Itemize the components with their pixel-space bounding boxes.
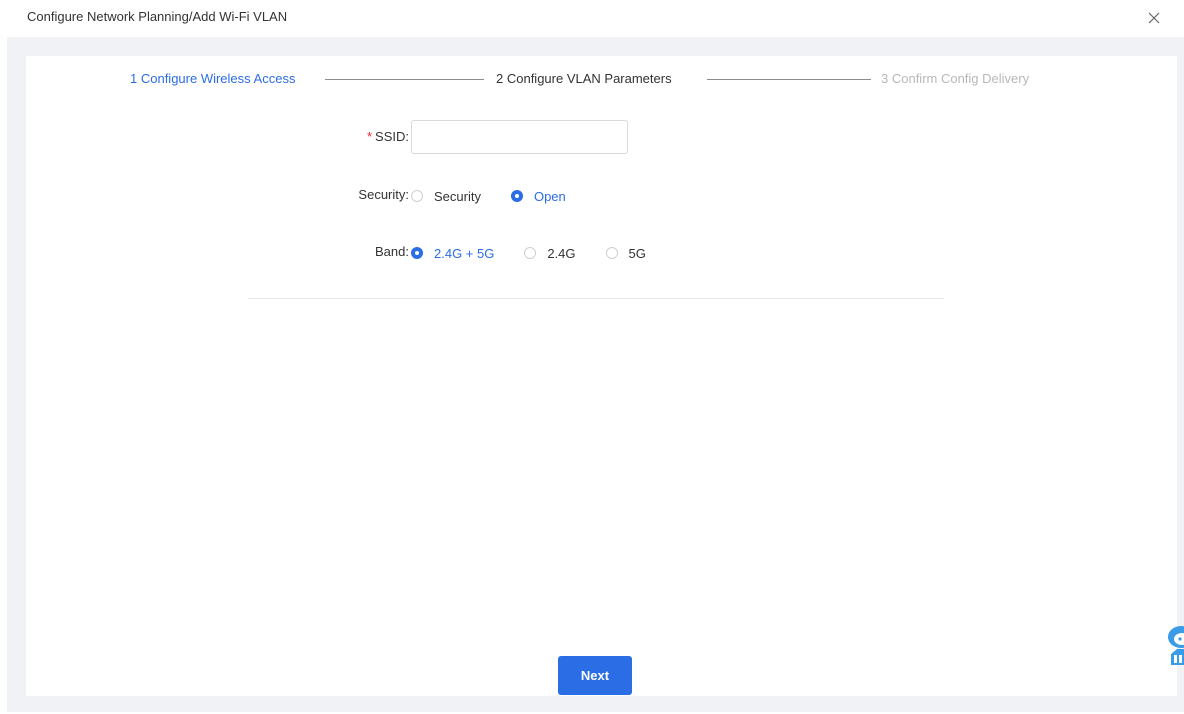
assistant-robot-icon [1168, 626, 1184, 665]
radio-unchecked-icon [411, 190, 423, 202]
band-option-2-4g[interactable]: 2.4G [524, 245, 576, 261]
step-connector [325, 79, 484, 80]
steps-indicator: 1 Configure Wireless Access 2 Configure … [26, 56, 1177, 101]
radio-label: 5G [628, 245, 646, 261]
dialog-header: Configure Network Planning/Add Wi-Fi VLA… [0, 0, 1184, 36]
dialog: Configure Network Planning/Add Wi-Fi VLA… [0, 0, 1184, 714]
form-divider [248, 298, 944, 299]
dialog-title: Configure Network Planning/Add Wi-Fi VLA… [27, 9, 288, 24]
band-radio-group: 2.4G + 5G 2.4G 5G [411, 243, 676, 263]
step-confirm-config-delivery: 3 Confirm Config Delivery [881, 71, 1030, 86]
security-option-open[interactable]: Open [510, 188, 566, 204]
ssid-input[interactable] [411, 120, 628, 154]
security-label: Security: [358, 187, 409, 202]
radio-checked-icon [411, 247, 423, 259]
radio-label: Open [533, 188, 566, 204]
ssid-row: * SSID: [26, 120, 1177, 156]
security-option-security[interactable]: Security [411, 189, 481, 204]
radio-unchecked-icon [524, 247, 537, 259]
step-connector [707, 79, 871, 80]
close-icon [1148, 12, 1160, 24]
close-button[interactable] [1142, 6, 1166, 30]
radio-label: Security [434, 188, 481, 204]
security-row: Security: Security Open [26, 178, 1177, 214]
radio-checked-icon [510, 190, 523, 202]
band-label: Band: [375, 244, 409, 259]
step-configure-wireless-access[interactable]: 1 Configure Wireless Access [130, 71, 295, 86]
radio-unchecked-icon [605, 247, 618, 259]
band-option-5g[interactable]: 5G [605, 245, 646, 261]
dialog-body: 1 Configure Wireless Access 2 Configure … [7, 37, 1184, 712]
band-row: Band: 2.4G + 5G 2.4G 5G [26, 235, 1177, 271]
step-configure-vlan-parameters: 2 Configure VLAN Parameters [496, 71, 672, 86]
security-radio-group: Security Open [411, 186, 596, 206]
band-option-dual[interactable]: 2.4G + 5G [411, 246, 494, 261]
radio-label: 2.4G [547, 245, 576, 261]
ssid-label: * SSID: [367, 129, 409, 144]
ssid-label-text: SSID: [375, 129, 409, 144]
assistant-button[interactable] [1165, 624, 1184, 670]
next-button[interactable]: Next [558, 656, 632, 695]
required-mark: * [366, 129, 373, 144]
form-card: 1 Configure Wireless Access 2 Configure … [26, 56, 1177, 696]
radio-label: 2.4G + 5G [434, 245, 495, 261]
